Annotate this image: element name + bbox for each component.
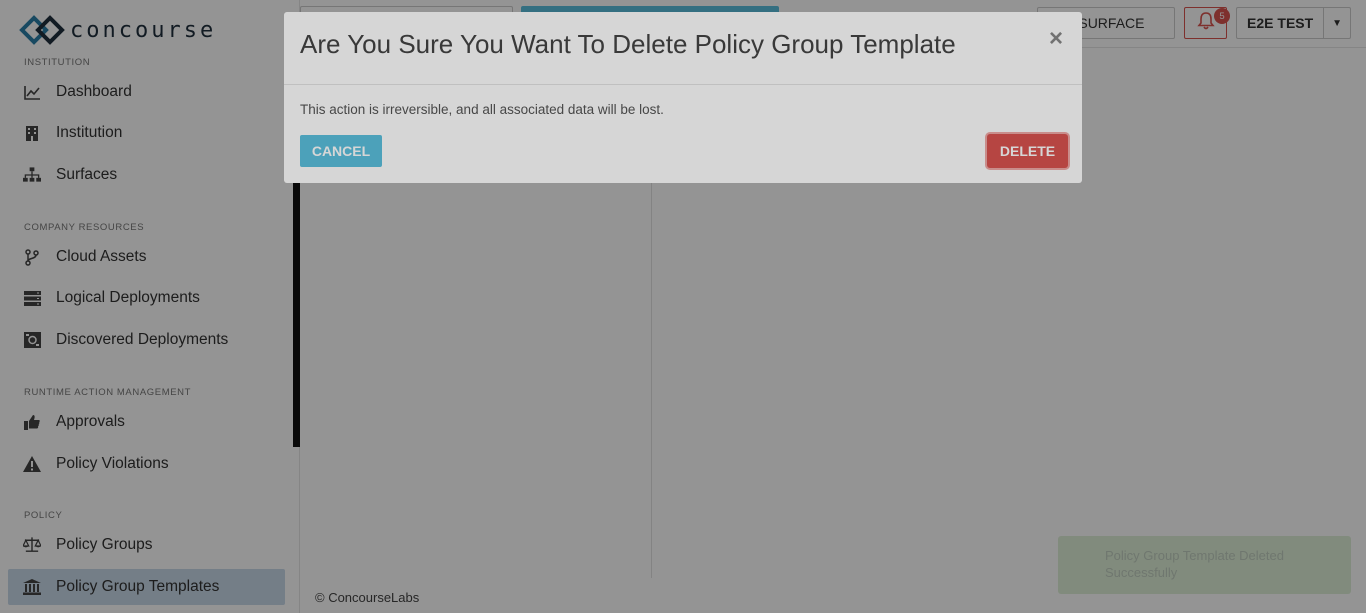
delete-confirmation-modal: Are You Sure You Want To Delete Policy G… — [284, 12, 1082, 183]
modal-body-text: This action is irreversible, and all ass… — [300, 102, 664, 117]
modal-header: Are You Sure You Want To Delete Policy G… — [284, 12, 1082, 85]
cancel-button[interactable]: CANCEL — [300, 135, 382, 167]
modal-title: Are You Sure You Want To Delete Policy G… — [300, 29, 956, 59]
close-icon[interactable]: × — [1049, 25, 1063, 53]
delete-button[interactable]: DELETE — [987, 134, 1068, 168]
